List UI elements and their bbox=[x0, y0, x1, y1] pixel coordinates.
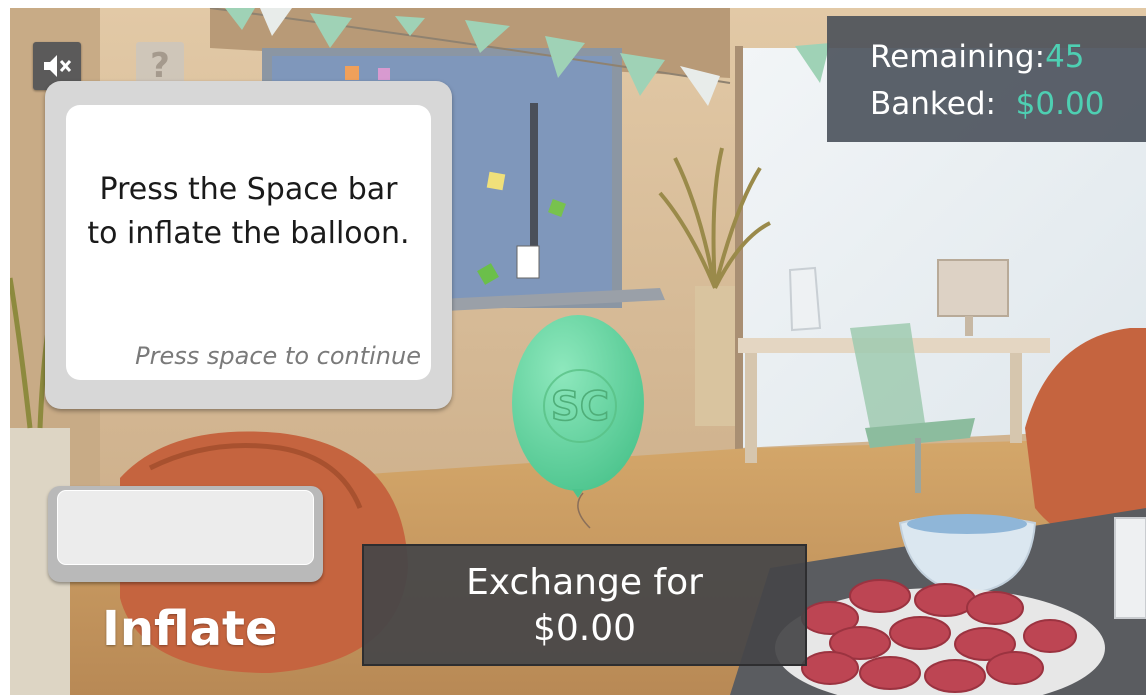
banked-counter: Banked: $0.00 bbox=[870, 86, 1104, 122]
remaining-label: Remaining: bbox=[870, 39, 1046, 75]
instruction-dialog[interactable]: Press the Space bar to inflate the ballo… bbox=[45, 81, 452, 409]
inflate-label: Inflate bbox=[102, 601, 278, 657]
balloon-logo: SC bbox=[551, 384, 609, 430]
game-stage: SC ? Remaining:45 Banked: $0.00 Press th… bbox=[10, 8, 1146, 695]
remaining-value: 45 bbox=[1045, 39, 1085, 75]
exchange-label-line1: Exchange for bbox=[466, 562, 703, 603]
instruction-text: Press the Space bar to inflate the ballo… bbox=[87, 172, 410, 251]
exchange-label: Exchange for $0.00 bbox=[364, 560, 805, 652]
inflate-button-face[interactable] bbox=[57, 490, 314, 565]
score-panel: Remaining:45 Banked: $0.00 bbox=[827, 16, 1146, 142]
instruction-panel: Press the Space bar to inflate the ballo… bbox=[66, 105, 431, 380]
exchange-button[interactable]: Exchange for $0.00 bbox=[362, 544, 807, 666]
banked-value: $0.00 bbox=[1015, 86, 1105, 122]
speaker-muted-icon bbox=[44, 55, 72, 77]
continue-hint: Press space to continue bbox=[135, 342, 421, 370]
exchange-amount: $0.00 bbox=[532, 608, 637, 649]
inflate-button[interactable] bbox=[48, 486, 323, 582]
remaining-counter: Remaining:45 bbox=[870, 39, 1085, 75]
banked-label: Banked: bbox=[870, 86, 996, 122]
